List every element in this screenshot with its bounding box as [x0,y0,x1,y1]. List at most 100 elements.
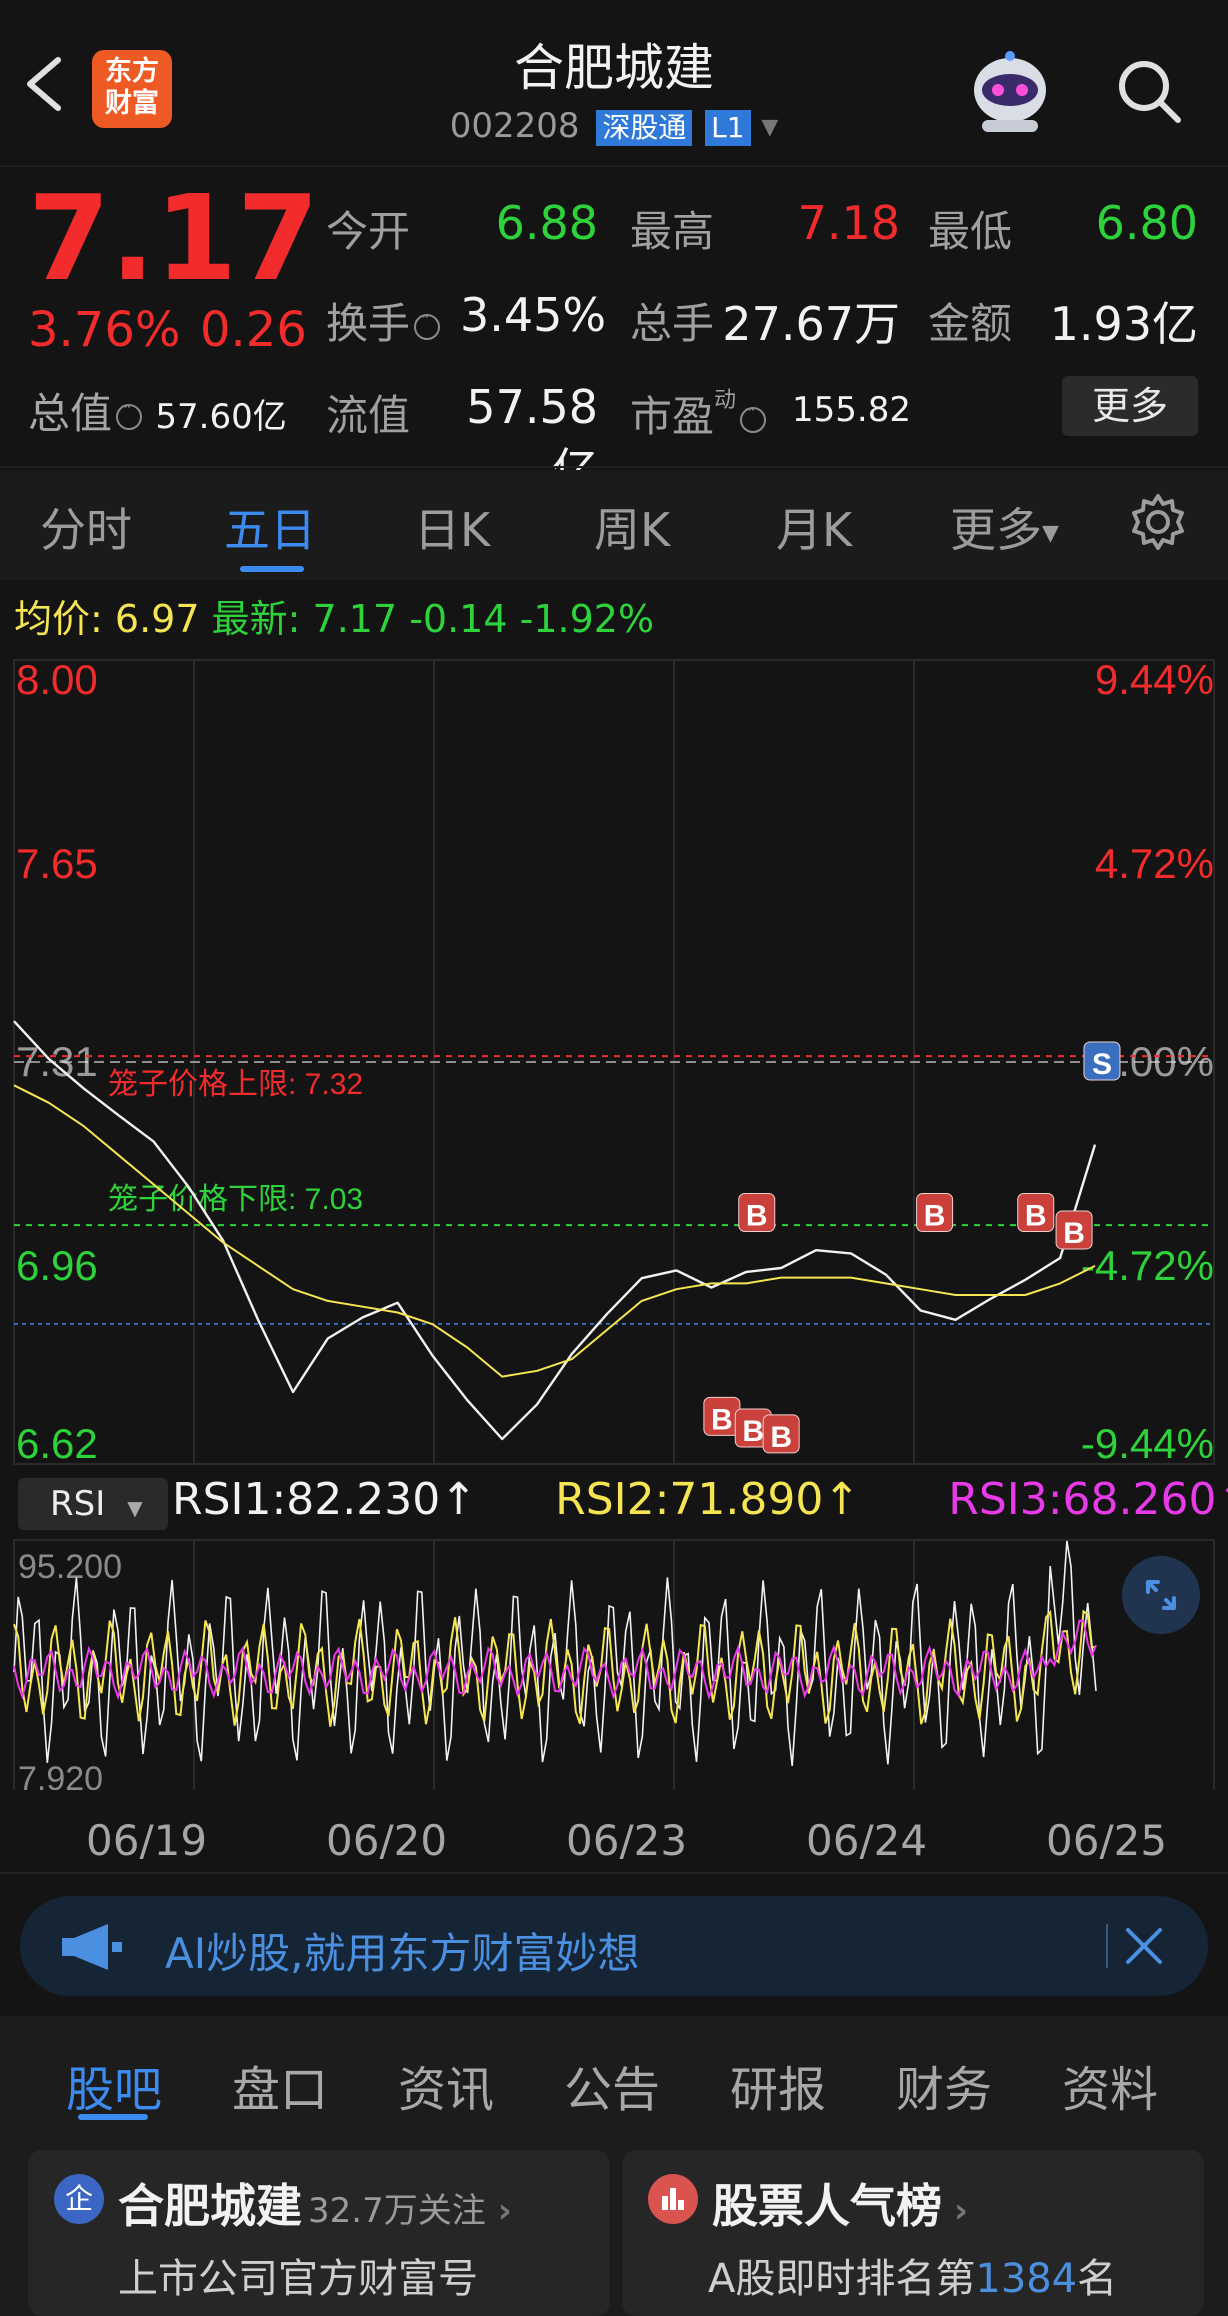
active-tab-indicator [78,2114,148,2120]
open-value: 6.88 [495,196,598,250]
marker-label: B [770,1421,792,1454]
chevron-down-icon: ▼ [127,1496,143,1520]
low-label: 最低 [928,207,1013,256]
search-icon[interactable] [1114,56,1184,126]
total-value-label: 总值 [28,389,113,438]
buy-marker: B [703,1396,741,1436]
turnover-value: 3.45% [460,288,607,342]
chevron-down-icon: ▼ [1042,521,1059,546]
amount-label: 金额 [928,299,1013,348]
marker-label: B [1025,1199,1047,1232]
popularity-card[interactable]: 股票人气榜 › A股即时排名第1384名 [622,2150,1204,2316]
tab-weekly-k[interactable]: 周K [594,494,670,560]
change-percent: 3.76% [28,302,181,358]
expand-icon[interactable] [1122,1556,1200,1634]
x-tick-label: 06/24 [806,1816,928,1865]
avg-value: 6.97 [114,597,200,641]
tab-monthly-k[interactable]: 月K [776,494,852,560]
current-price: 7.17 [28,169,320,307]
active-tab-indicator [240,566,304,572]
enterprise-icon: 企 [54,2174,104,2224]
tab-announcements[interactable]: 公告 [564,2050,660,2120]
high-value: 7.18 [797,196,900,250]
x-tick-label: 06/25 [1046,1816,1168,1865]
y-axis-label: 6.96 [16,1242,98,1289]
tab-five-day[interactable]: 五日 [224,494,316,560]
x-tick-label: 06/23 [566,1816,688,1865]
marker-label: S [1092,1048,1112,1081]
total-value: 57.60亿 [155,397,287,437]
change-amount: 0.26 [200,302,307,358]
close-icon[interactable] [1120,1922,1168,1970]
x-tick-label: 06/20 [326,1816,448,1865]
tab-profile[interactable]: 资料 [1062,2050,1158,2120]
pe-value: 155.82 [792,390,911,430]
amount-value: 1.93亿 [1049,297,1198,351]
tab-daily-k[interactable]: 日K [414,494,490,560]
megaphone-icon [62,1924,122,1970]
pe-label: 市盈动 [630,382,767,444]
info-icon[interactable] [116,397,143,430]
robot-assistant-icon[interactable] [962,46,1058,136]
divider [0,466,1228,468]
y-axis-label: 7.65 [16,840,98,887]
level-tag: L1 [705,109,751,146]
tab-orderbook[interactable]: 盘口 [232,2050,328,2120]
buy-marker: B [762,1414,800,1454]
marker-label: B [711,1403,733,1436]
rsi1-value: RSI1:82.230↑ [172,1474,478,1525]
float-value-label: 流值 [326,391,411,440]
buy-marker: B [1055,1210,1093,1250]
marker-label: B [1063,1217,1085,1250]
high-label: 最高 [630,207,715,256]
y-axis-percent-label: -9.44% [1081,1420,1214,1467]
latest-change-percent: -1.92% [519,597,655,641]
stock-code: 002208 [449,106,580,146]
latest-change: -0.14 [409,597,508,641]
y-axis-label: 6.62 [16,1420,98,1467]
open-label: 今开 [326,207,411,256]
buy-marker: B [916,1192,954,1232]
tab-forum[interactable]: 股吧 [66,2050,162,2120]
buy-marker: B [1017,1192,1055,1232]
tab-news[interactable]: 资讯 [398,2050,494,2120]
connect-tag: 深股通 [596,109,693,146]
low-value: 6.80 [1095,196,1198,250]
tab-more[interactable]: 更多▼ [950,494,1059,560]
y-axis-percent-label: 9.44% [1095,656,1214,703]
divider [1106,1924,1108,1968]
ai-promo-banner[interactable]: AI炒股,就用东方财富妙想 [20,1896,1208,1996]
divider [0,1872,1228,1874]
rsi-axis-top: 95.200 [18,1548,122,1586]
tab-finance[interactable]: 财务 [896,2050,992,2120]
sell-marker: S [1083,1041,1121,1081]
chevron-down-icon: ▼ [761,115,779,140]
company-card-subtitle: 上市公司官方财富号 [118,2256,478,2302]
volume-label: 总手 [630,299,715,348]
info-icon[interactable] [414,307,441,340]
rsi3-value: RSI3:68.260↑ [948,1474,1228,1525]
info-icon[interactable] [740,400,767,433]
marker-label: B [746,1199,768,1232]
gear-icon[interactable] [1128,492,1188,552]
x-tick-label: 06/19 [86,1816,208,1865]
ai-promo-text: AI炒股,就用东方财富妙想 [165,1929,640,1978]
avg-label: 均价: [14,597,103,641]
company-account-card[interactable]: 企 合肥城建 32.7万关注 › 上市公司官方财富号 [28,2150,610,2316]
marker-label: B [924,1199,946,1232]
company-card-title: 合肥城建 32.7万关注 › [118,2179,512,2233]
turnover-label: 换手 [326,290,441,351]
buy-marker: B [738,1192,776,1232]
rsi-values: RSI1:82.230↑ RSI2:71.890↑ RSI3:68.260↑ [172,1474,1228,1525]
chevron-right-icon: › [954,2191,969,2231]
indicator-select[interactable]: RSI ▼ [18,1478,168,1530]
more-stats-button[interactable]: 更多 [1062,376,1198,436]
volume-value: 27.67万 [722,297,900,351]
popularity-card-subtitle: A股即时排名第1384名 [708,2256,1118,2302]
chevron-right-icon: › [497,2191,512,2231]
tab-research[interactable]: 研报 [730,2050,826,2120]
y-axis-label: 8.00 [16,656,98,703]
five-day-chart[interactable]: 8.009.44%7.654.72%7.310.00%6.96-4.72%6.6… [0,650,1228,1790]
y-axis-percent-label: 4.72% [1095,840,1214,887]
tab-intraday[interactable]: 分时 [40,494,132,560]
